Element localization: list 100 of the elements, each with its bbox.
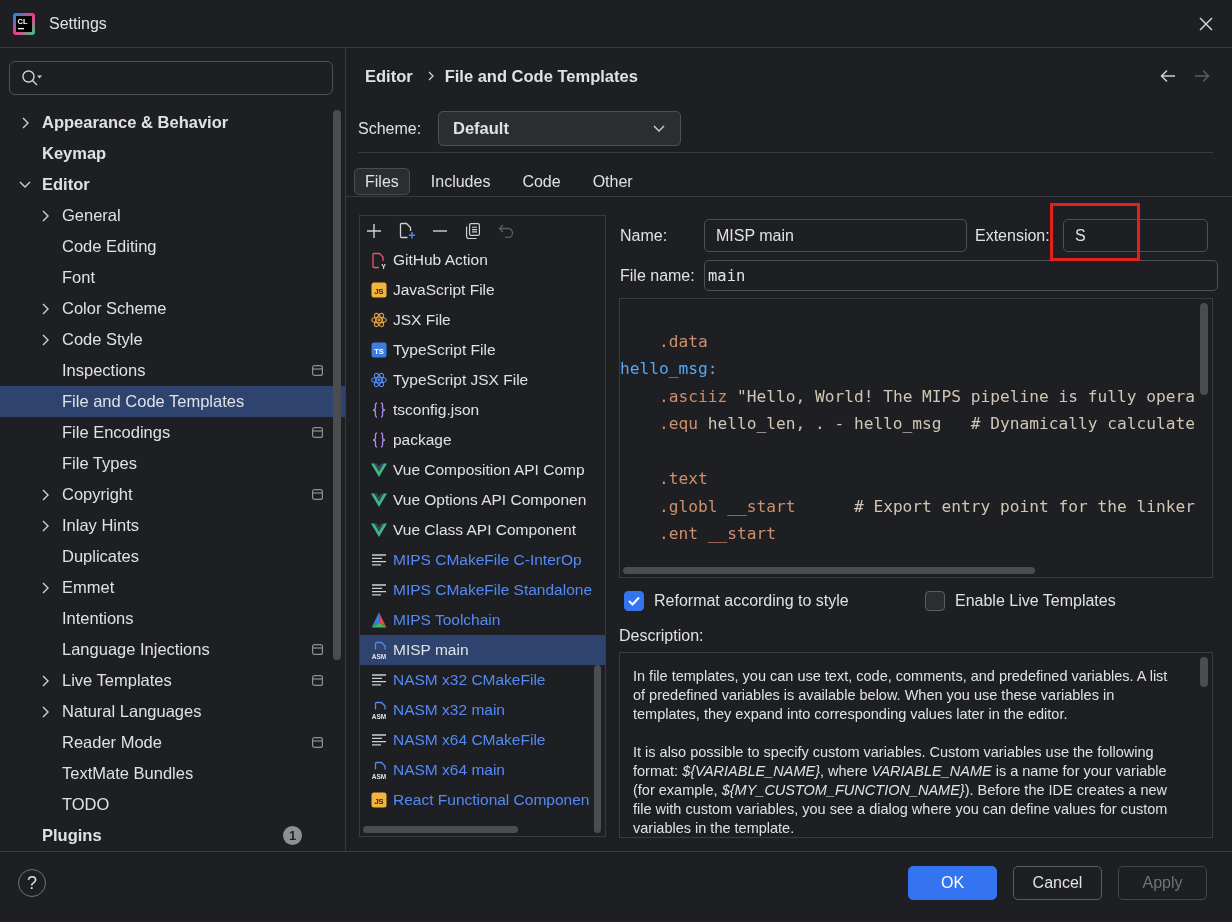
field-label: File name: [619, 266, 696, 285]
scrollbar-thumb[interactable] [594, 665, 601, 833]
extension-field[interactable]: S [1063, 219, 1208, 252]
template-item[interactable]: NASM x32 CMakeFile [360, 665, 605, 695]
checkbox[interactable] [624, 591, 644, 611]
code-line: .globl __start # Export entry point for the linker [658, 495, 1195, 518]
tree-item[interactable]: General [0, 200, 345, 231]
checkbox-label[interactable]: Reformat according to style [654, 592, 849, 610]
scrollbar-thumb[interactable] [333, 110, 341, 660]
back-button[interactable] [1160, 68, 1176, 84]
count-badge: 1 [283, 826, 302, 845]
scrollbar-thumb[interactable] [1200, 657, 1208, 687]
tab[interactable]: Includes [419, 168, 502, 195]
tree-item[interactable]: Plugins 1 [0, 820, 345, 851]
checkbox[interactable] [925, 591, 945, 611]
v-logo-icon [371, 523, 387, 537]
undo-icon [498, 223, 514, 238]
scrollbar-thumb[interactable] [363, 826, 518, 833]
template-list[interactable] [359, 215, 606, 837]
code-line: .text [658, 468, 708, 490]
tab[interactable]: Code [511, 168, 572, 195]
tree-item[interactable]: Inspections [0, 355, 345, 386]
breadcrumb-item: File and Code Templates [444, 66, 638, 86]
copy-icon [466, 222, 480, 239]
tree-item[interactable]: TODO [0, 789, 345, 820]
code-line: .ent __start [658, 523, 776, 545]
tree-item[interactable]: Editor [0, 169, 345, 200]
scheme-dropdown[interactable]: Default [438, 111, 681, 146]
tree-item[interactable]: Duplicates [0, 541, 345, 572]
tree-item[interactable]: Language Injections [0, 634, 345, 665]
minus-icon [433, 229, 447, 232]
scrollbar-thumb[interactable] [623, 567, 1035, 574]
braces-icon [372, 432, 386, 448]
tree-item[interactable]: File and Code Templates [0, 386, 345, 417]
section-label: Description: [619, 626, 705, 646]
arrow-left-icon [1160, 69, 1176, 83]
tree-item[interactable]: Inlay Hints [0, 510, 345, 541]
tree-item[interactable]: Copyright [0, 479, 345, 510]
close-button[interactable] [1198, 15, 1214, 32]
checkmark-icon [628, 596, 640, 606]
template-item[interactable]: MIPS CMakeFile C-InterOp [360, 545, 605, 575]
template-item[interactable]: JSX File [360, 305, 605, 335]
v-logo-icon [371, 463, 387, 477]
arrow-right-icon [1194, 69, 1210, 83]
template-item[interactable]: tsconfig.json [360, 395, 605, 425]
tree-item[interactable]: Code Style [0, 324, 345, 355]
tree-item[interactable]: File Encodings [0, 417, 345, 448]
field-label: Name: [619, 226, 669, 245]
checkbox-label[interactable]: Enable Live Templates [955, 592, 1116, 610]
code-line: .equ hello_len, . - hello_msg # Dynamically calculate [658, 413, 1195, 435]
text-lines-icon [372, 674, 386, 686]
tree-item[interactable]: TextMate Bundles [0, 758, 345, 789]
template-item[interactable]: NASM x64 CMakeFile [360, 725, 605, 755]
v-logo-icon [371, 493, 387, 507]
name-field[interactable]: MISP main [704, 219, 967, 252]
tree-item[interactable]: Appearance & Behavior [0, 107, 345, 138]
dialog-button[interactable]: Cancel [1013, 866, 1102, 900]
template-item[interactable]: MIPS CMakeFile Standalone [360, 575, 605, 605]
template-item[interactable]: Vue Options API Componen [360, 485, 605, 515]
template-item[interactable]: Vue Class API Component [360, 515, 605, 545]
file-name-field[interactable]: main [704, 260, 1218, 291]
atom-icon [371, 372, 387, 388]
tree-item[interactable]: Intentions [0, 603, 345, 634]
plus-icon [367, 223, 381, 238]
tree-item[interactable]: File Types [0, 448, 345, 479]
field-label: Extension: [975, 226, 1051, 245]
window-title: Settings [49, 14, 107, 33]
tree-item[interactable]: Reader Mode [0, 727, 345, 758]
tab[interactable]: Files [354, 168, 410, 195]
tree-item[interactable]: Emmet [0, 572, 345, 603]
code-line: .asciiz "Hello, World! The MIPS pipeline is fully opera [658, 385, 1195, 408]
description-text: It is also possible to specify custom variables. Custom variables use the following format: ${VARIABLE_NAME}, where VARIABLE_NAME is a name for your variable (for example, ${MY_CUSTOM_FUNCTION_NAME}). Before the IDE creates a new file with custom variables, you see a dialog where you can define values for custom variables in the template. [633, 743, 1169, 837]
chevron-right-icon [427, 71, 434, 81]
description-text: In file templates, you can use text, code, comments, and predefined variables. A list of predefined variables is available below. When you use these variables in templates, they expand into corresponding values later in the editor. [633, 667, 1169, 724]
template-item[interactable]: package [360, 425, 605, 455]
tree-item[interactable]: Keymap [0, 138, 345, 169]
tab[interactable]: Other [581, 168, 644, 195]
text-lines-icon [372, 554, 386, 566]
search-icon [22, 70, 42, 86]
tree-item[interactable]: Font [0, 262, 345, 293]
field-label: Scheme: [358, 119, 423, 138]
tree-item[interactable]: Live Templates [0, 665, 345, 696]
file-plus-icon [399, 222, 415, 239]
code-line: .data [658, 330, 708, 353]
tree-item[interactable]: Natural Languages [0, 696, 345, 727]
text-lines-icon [372, 584, 386, 596]
code-line: hello_msg: [620, 358, 718, 380]
text-lines-icon [372, 734, 386, 746]
template-item[interactable]: MIPS Toolchain [360, 605, 605, 635]
tree-item[interactable]: Code Editing [0, 231, 345, 262]
scrollbar-thumb[interactable] [1200, 303, 1208, 395]
dialog-button[interactable]: OK [908, 866, 997, 900]
template-item[interactable]: TypeScript JSX File [360, 365, 605, 395]
close-icon [1199, 16, 1213, 31]
code-editor[interactable]: .data hello_msg: .asciiz "Hello, World! The MIPS pipeline is fully opera .equ hello_len, . - hello_msg # Dynamically calculate .text .globl __start # Export entry point for the linker .ent __start [619, 298, 1213, 578]
atom-icon [371, 312, 387, 328]
breadcrumb-item[interactable]: Editor [365, 66, 413, 86]
search-field[interactable] [9, 61, 333, 95]
tree-item[interactable]: Color Scheme [0, 293, 345, 324]
template-item[interactable]: Vue Composition API Comp [360, 455, 605, 485]
